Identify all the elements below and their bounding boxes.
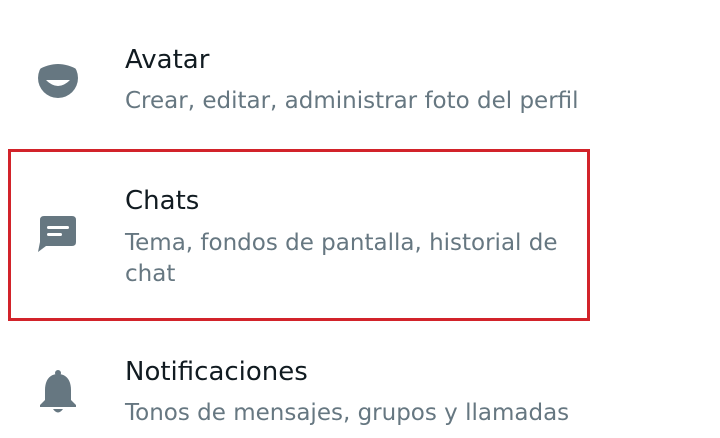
bell-icon (30, 364, 86, 420)
settings-item-avatar[interactable]: Avatar Crear, editar, administrar foto d… (0, 0, 720, 140)
settings-item-subtitle: Tonos de mensajes, grupos y llamadas (125, 400, 570, 426)
settings-item-subtitle: Crear, editar, administrar foto del perf… (125, 88, 579, 114)
settings-item-subtitle: Tema, fondos de pantalla, historial de c… (125, 230, 558, 287)
settings-item-title: Avatar (125, 45, 210, 75)
avatar-face-icon (30, 50, 86, 106)
settings-item-chats[interactable]: Chats Tema, fondos de pantalla, historia… (0, 150, 720, 316)
chat-bubble-icon (30, 206, 86, 262)
settings-item-title: Chats (125, 186, 200, 216)
settings-item-title: Notificaciones (125, 357, 308, 387)
settings-item-notifications[interactable]: Notificaciones Tonos de mensajes, grupos… (0, 326, 720, 438)
